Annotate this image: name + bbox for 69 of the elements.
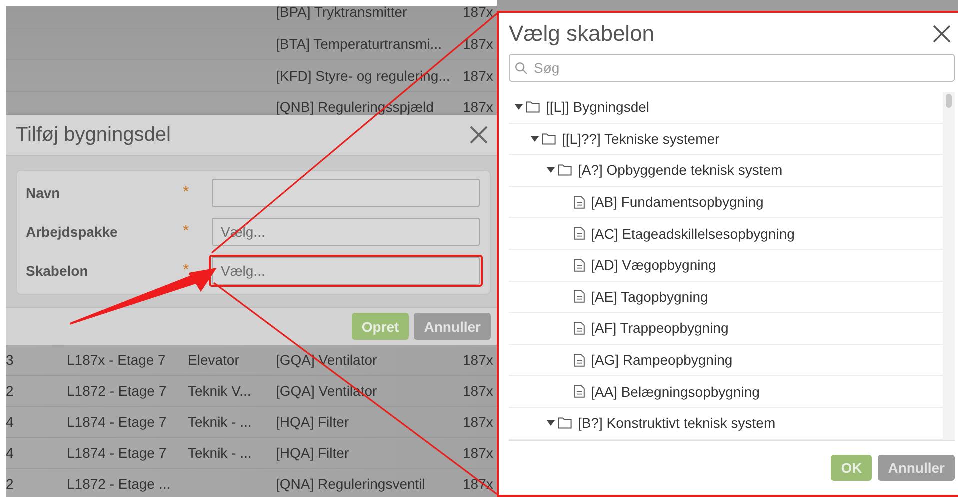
document-icon (574, 258, 585, 272)
close-icon[interactable] (933, 24, 951, 42)
close-icon[interactable] (469, 125, 489, 145)
table-cell-text: L1872 - Etage 7 (67, 383, 168, 399)
table-cell: 187x (463, 445, 494, 461)
tree-item[interactable]: [AA] Belægningsopbygning (509, 376, 943, 408)
document-icon (574, 322, 585, 335)
folder-icon (542, 132, 556, 145)
table-cell-text: [GQA] Ventilator (276, 352, 378, 368)
table-cell-text: Teknik V... (188, 383, 252, 399)
tree-item[interactable]: [[L]??] Tekniske systemer (509, 124, 943, 156)
table-cell-text: L1874 - Etage 7 (67, 445, 168, 461)
tree-item[interactable]: [AD] Vægopbygning (509, 250, 943, 282)
table-cell-text: Elevator (188, 352, 240, 368)
document-icon (574, 290, 585, 304)
table-cell-text: 2 (6, 383, 15, 399)
folder-icon (526, 101, 540, 114)
table-cell-text: Teknik - ... (188, 445, 253, 461)
folder-icon (558, 417, 572, 430)
document-icon (574, 354, 585, 367)
document-icon (574, 227, 585, 240)
document-icon (574, 385, 585, 398)
table-cell-text: [QNA] Reguleringsventil (276, 476, 426, 492)
table-cell-text: [HQA] Filter (276, 414, 350, 430)
tree-item[interactable]: [AG] Rampeopbygning (509, 344, 943, 376)
tree-item[interactable]: [[L]] Bygningsdel (509, 92, 943, 124)
required-mark: * (183, 222, 190, 240)
field-label: Navn (26, 184, 62, 200)
dialog-title: Tilføj bygningsdel (16, 124, 171, 146)
input-field[interactable] (212, 178, 480, 206)
search-field[interactable]: Søg (509, 54, 955, 82)
search-icon (515, 62, 528, 75)
caret-down-icon[interactable] (531, 134, 539, 143)
table-cell-text: Teknik - ... (188, 414, 253, 430)
tree-item[interactable]: [AB] Fundamentsopbygning (509, 186, 943, 218)
table-cell: 187x (463, 383, 494, 399)
field-label: Skabelon (26, 262, 90, 278)
table-cell-text: L1872 - Etage ... (67, 476, 172, 492)
table-cell: 187x (463, 68, 494, 84)
table-cell-text: [HQA] Filter (276, 445, 350, 461)
tree-item[interactable]: [AE] Tagopbygning (509, 282, 943, 314)
required-mark: * (183, 262, 190, 280)
tree-item[interactable]: [AC] Etageadskillelsesopbygning (509, 218, 943, 250)
folder-icon (558, 164, 572, 176)
table-cell: 187x (463, 414, 494, 430)
scrollbar[interactable] (943, 92, 955, 440)
caret-down-icon[interactable] (515, 103, 523, 112)
table-cell-text: 4 (6, 414, 15, 430)
tree-item[interactable]: [A?] Opbyggende teknisk system (509, 155, 943, 187)
document-icon (574, 196, 585, 209)
field-label: Arbejdspakke (26, 224, 119, 240)
table-cell-text: 4 (6, 445, 15, 461)
table-cell: 187x (463, 99, 494, 115)
table-cell: 187x (463, 6, 494, 20)
table-cell: 187x (463, 36, 494, 52)
tree-item[interactable]: [B?] Konstruktivt teknisk system (509, 408, 943, 440)
table-cell-text: 3 (6, 352, 15, 368)
table-cell-text: [BPA] Tryktransmitter (276, 6, 408, 20)
table-cell: 187x (463, 352, 494, 368)
input-field[interactable]: Vælg... (212, 256, 480, 284)
caret-down-icon[interactable] (547, 166, 555, 174)
required-mark: * (183, 184, 190, 202)
table-cell-text: 2 (6, 476, 15, 492)
table-cell-text: L1874 - Etage 7 (67, 414, 168, 430)
table-cell-text: L187x - Etage 7 (67, 352, 167, 368)
caret-down-icon[interactable] (547, 419, 555, 428)
dialog-title: Vælg skabelon (509, 20, 655, 46)
tree-item[interactable]: [AF] Trappeopbygning (509, 313, 943, 345)
table-cell-text: [BTA] Temperaturtransmi... (276, 36, 443, 52)
